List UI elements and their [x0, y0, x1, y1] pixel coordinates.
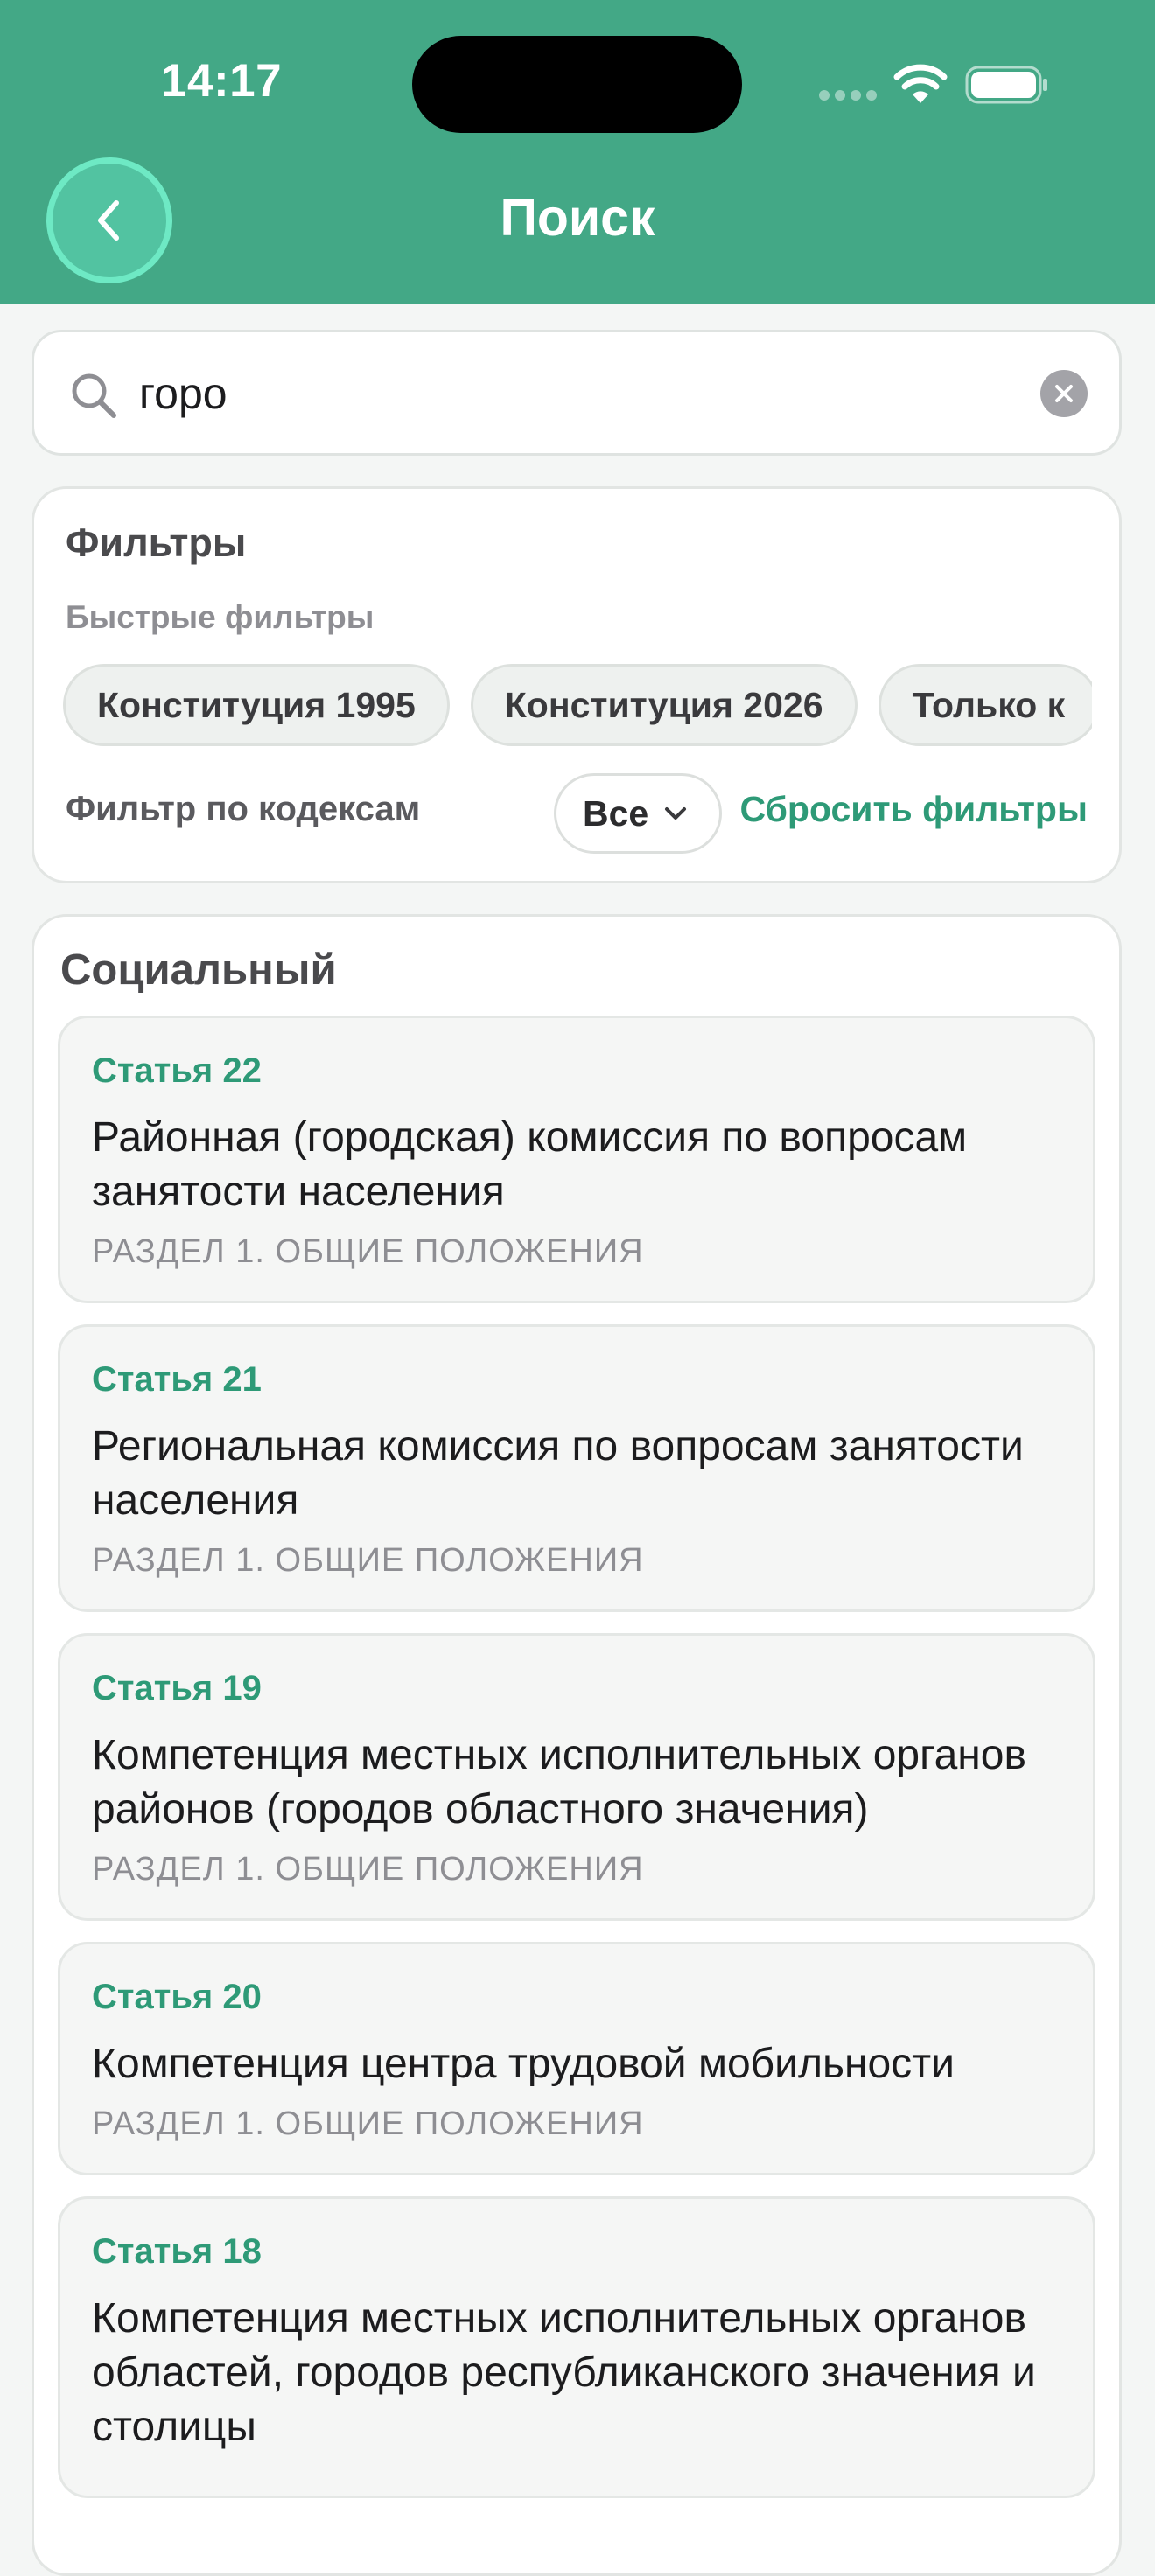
- quick-filters-scroller[interactable]: Конституция 1995 Конституция 2026 Только…: [63, 664, 1092, 751]
- result-item[interactable]: Статья 22 Районная (городская) комиссия …: [58, 1016, 1096, 1303]
- filter-chip-constitution-2026[interactable]: Конституция 2026: [470, 664, 858, 746]
- result-section: РАЗДЕЛ 1. ОБЩИЕ ПОЛОЖЕНИЯ: [92, 2105, 644, 2142]
- result-section: РАЗДЕЛ 1. ОБЩИЕ ПОЛОЖЕНИЯ: [92, 1851, 644, 1888]
- dynamic-island: [412, 36, 742, 133]
- reset-filters-button[interactable]: Сбросить фильтры: [740, 789, 1088, 830]
- result-section: РАЗДЕЛ 1. ОБЩИЕ ПОЛОЖЕНИЯ: [92, 1542, 644, 1579]
- result-article: Статья 22: [92, 1051, 262, 1090]
- filter-chip-constitution-1995[interactable]: Конституция 1995: [63, 664, 450, 746]
- signal-icon: [819, 90, 877, 101]
- result-article: Статья 20: [92, 1978, 262, 2016]
- app-header: 14:17 Поиск: [0, 0, 1155, 304]
- result-article: Статья 19: [92, 1669, 262, 1707]
- results-panel: Социальный Статья 22 Районная (городская…: [32, 914, 1122, 2576]
- result-item[interactable]: Статья 20 Компетенция центра трудовой мо…: [58, 1942, 1096, 2175]
- result-title: Районная (городская) комиссия по вопроса…: [92, 1114, 968, 1215]
- search-icon: [72, 373, 116, 418]
- chevron-down-icon: [665, 807, 687, 820]
- result-title: Региональная комиссия по вопросам занято…: [92, 1423, 1024, 1524]
- codex-filter-value: Все: [583, 792, 649, 834]
- result-section: РАЗДЕЛ 1. ОБЩИЕ ПОЛОЖЕНИЯ: [92, 1233, 644, 1270]
- search-input[interactable]: [139, 359, 1014, 429]
- result-title: Компетенция местных исполнительных орган…: [92, 1732, 1026, 1833]
- codex-filter-dropdown[interactable]: Все: [554, 773, 722, 854]
- filter-chip-only[interactable]: Только к: [878, 664, 1092, 746]
- result-list: Статья 22 Районная (городская) комиссия …: [58, 1016, 1096, 2498]
- filters-title: Фильтры: [66, 520, 247, 565]
- battery-icon: [965, 66, 1047, 104]
- page-title: Поиск: [500, 189, 655, 247]
- result-item[interactable]: Статья 18 Компетенция местных исполнител…: [58, 2196, 1096, 2498]
- search-box[interactable]: [32, 330, 1122, 456]
- result-article: Статья 21: [92, 1360, 262, 1399]
- wifi-icon: [893, 64, 948, 103]
- status-time: 14:17: [161, 55, 283, 107]
- clear-search-button[interactable]: [1040, 370, 1088, 417]
- result-title: Компетенция местных исполнительных орган…: [92, 2295, 1036, 2450]
- close-icon: [1055, 385, 1073, 402]
- result-item[interactable]: Статья 21 Региональная комиссия по вопро…: [58, 1324, 1096, 1612]
- codex-filter-label: Фильтр по кодексам: [66, 790, 421, 828]
- result-title: Компетенция центра трудовой мобильности: [92, 2041, 955, 2087]
- filters-panel: Фильтры Быстрые фильтры Конституция 1995…: [32, 486, 1122, 883]
- result-article: Статья 18: [92, 2232, 262, 2271]
- result-item[interactable]: Статья 19 Компетенция местных исполнител…: [58, 1633, 1096, 1921]
- section-title: Социальный: [60, 946, 337, 994]
- quick-filters-label: Быстрые фильтры: [66, 599, 374, 635]
